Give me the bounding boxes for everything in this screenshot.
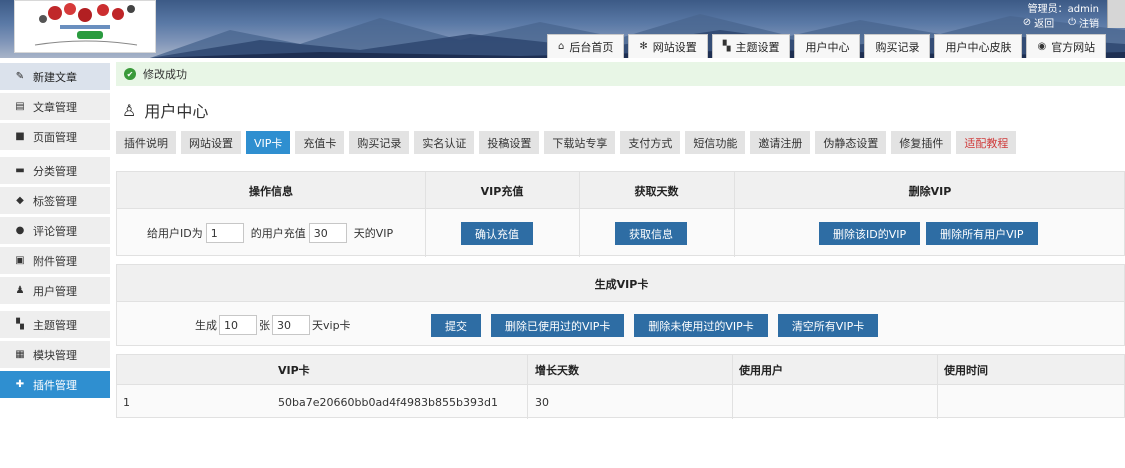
sidebar-item-plugins[interactable]: ✚ 插件管理 — [0, 371, 110, 398]
header-get-days: 获取天数 — [634, 184, 679, 198]
main-content: ✔ 修改成功 ♙ 用户中心 插件说明 网站设置 VIP卡 充值卡 购买记录 实名… — [116, 58, 1125, 468]
sidebar-item-new-post[interactable]: ✎ 新建文章 — [0, 63, 110, 90]
tab-recharge-card[interactable]: 充值卡 — [295, 131, 345, 154]
header-banner: 管理员：admin ⊘ 返回 ⏻ 注销 ⌂ 后台首页 ✻ 网站设置 ▚ 主题设置 用户中心… — [0, 0, 1125, 58]
back-icon: ⊘ — [1022, 17, 1032, 28]
power-icon: ⏻ — [1068, 17, 1076, 28]
nav-user-center[interactable]: 用户中心 — [794, 34, 861, 58]
fetch-info-button[interactable]: 获取信息 — [615, 222, 687, 245]
sidebar-item-categories[interactable]: ▬ 分类管理 — [0, 157, 110, 184]
nav-purchase-records[interactable]: 购买记录 — [864, 34, 931, 58]
tab-adapt-tutorial[interactable]: 适配教程 — [956, 131, 1017, 154]
column-vip-card: VIP卡 — [278, 364, 310, 377]
sidebar: ✎ 新建文章 ▤ 文章管理 ■ 页面管理 ▬ 分类管理 ◆ 标签管理 ● 评论管理 ▣ 附件管… — [0, 58, 110, 468]
tab-rewrite-settings[interactable]: 伪静态设置 — [815, 131, 887, 154]
sidebar-item-users[interactable]: ♟ 用户管理 — [0, 277, 110, 304]
nav-official-site[interactable]: ◉ 官方网站 — [1026, 34, 1107, 58]
check-icon: ✔ — [124, 68, 136, 80]
tab-repair-plugin[interactable]: 修复插件 — [891, 131, 952, 154]
page-title: ♙ 用户中心 — [122, 100, 209, 122]
globe-icon: ◉ — [1037, 41, 1047, 52]
sidebar-item-posts[interactable]: ▤ 文章管理 — [0, 93, 110, 120]
vip-card-table: VIP卡 增长天数 使用用户 使用时间 1 50ba7e20660bb0ad4f… — [116, 354, 1125, 419]
users-icon: ♟ — [15, 285, 25, 296]
theme-icon: ▚ — [16, 319, 24, 330]
header-vip-recharge: VIP充值 — [480, 184, 524, 198]
avatar[interactable] — [1107, 0, 1125, 28]
tab-vip-card[interactable]: VIP卡 — [246, 131, 291, 154]
nav-user-center-skin[interactable]: 用户中心皮肤 — [934, 34, 1023, 58]
tag-icon: ◆ — [16, 195, 24, 206]
vip-days-input[interactable] — [308, 223, 347, 243]
document-icon: ▤ — [15, 101, 25, 112]
header-operation-info: 操作信息 — [249, 184, 293, 198]
admin-username: 管理员：admin — [1027, 4, 1099, 15]
home-icon: ⌂ — [558, 41, 565, 52]
tab-invite-register[interactable]: 邀请注册 — [750, 131, 811, 154]
tab-sms[interactable]: 短信功能 — [685, 131, 746, 154]
sidebar-item-themes[interactable]: ▚ 主题管理 — [0, 311, 110, 338]
nav-theme-settings[interactable]: ▚ 主题设置 — [711, 34, 791, 58]
comment-icon: ● — [15, 225, 25, 236]
plugin-icon: ✚ — [15, 379, 25, 390]
gear-icon: ✻ — [639, 41, 648, 52]
column-user: 使用用户 — [739, 364, 783, 377]
submit-button[interactable]: 提交 — [431, 314, 481, 337]
tab-download-exclusive[interactable]: 下载站专享 — [544, 131, 616, 154]
tab-real-name[interactable]: 实名认证 — [414, 131, 475, 154]
vip-recharge-panel: 操作信息 VIP充值 获取天数 删除VIP 给用户ID为 的用户充值 天的VIP… — [116, 171, 1125, 257]
generator-title: 生成VIP卡 — [594, 277, 649, 291]
recharge-form: 给用户ID为 的用户充值 天的VIP — [147, 222, 393, 244]
column-time: 使用时间 — [944, 364, 988, 377]
tab-submission-settings[interactable]: 投稿设置 — [479, 131, 540, 154]
confirm-recharge-button[interactable]: 确认充值 — [461, 222, 533, 245]
card-days-input[interactable] — [272, 315, 310, 335]
nav-site-settings[interactable]: ✻ 网站设置 — [628, 34, 708, 58]
success-alert: ✔ 修改成功 — [116, 62, 1125, 86]
column-days: 增长天数 — [535, 364, 579, 377]
sidebar-item-attachments[interactable]: ▣ 附件管理 — [0, 247, 110, 274]
sidebar-item-modules[interactable]: ▦ 模块管理 — [0, 341, 110, 368]
sidebar-item-tags[interactable]: ◆ 标签管理 — [0, 187, 110, 214]
back-link[interactable]: ⊘ 返回 — [1023, 15, 1054, 30]
card-count-input[interactable] — [219, 315, 257, 335]
sidebar-item-comments[interactable]: ● 评论管理 — [0, 217, 110, 244]
module-icon: ▦ — [15, 349, 25, 360]
user-id-input[interactable] — [205, 223, 244, 243]
delete-used-cards-button[interactable]: 删除已使用过的VIP卡 — [491, 314, 625, 337]
user-icon: ♙ — [122, 100, 137, 120]
tab-plugin-info[interactable]: 插件说明 — [116, 131, 176, 154]
page-icon: ■ — [15, 131, 25, 142]
grid-icon: ▚ — [722, 41, 731, 52]
row-card-code: 50ba7e20660bb0ad4f4983b855b393d1 — [278, 395, 498, 409]
delete-all-vip-button[interactable]: 删除所有用户VIP — [926, 222, 1038, 245]
plugin-tabs: 插件说明 网站设置 VIP卡 充值卡 购买记录 实名认证 投稿设置 下载站专享 … — [116, 131, 1017, 154]
header-delete-vip: 删除VIP — [908, 184, 952, 198]
tab-site-settings[interactable]: 网站设置 — [181, 131, 241, 154]
clear-all-cards-button[interactable]: 清空所有VIP卡 — [777, 314, 879, 337]
sidebar-item-pages[interactable]: ■ 页面管理 — [0, 123, 110, 150]
vip-card-generator: 生成VIP卡 生成 张 天vip卡 提交 删除已使用过的VIP卡 删除未使用过的… — [116, 264, 1125, 346]
generator-form: 生成 张 天vip卡 — [195, 314, 351, 336]
nav-home[interactable]: ⌂ 后台首页 — [547, 34, 625, 58]
attachment-icon: ▣ — [15, 255, 25, 266]
delete-id-vip-button[interactable]: 删除该ID的VIP — [819, 222, 921, 245]
top-nav: ⌂ 后台首页 ✻ 网站设置 ▚ 主题设置 用户中心 购买记录 用户中心皮肤 ◉ 官方网站 — [547, 34, 1107, 58]
row-days: 30 — [535, 395, 549, 409]
tab-payment-methods[interactable]: 支付方式 — [620, 131, 681, 154]
site-logo[interactable] — [14, 0, 156, 53]
tab-purchase-records[interactable]: 购买记录 — [349, 131, 410, 154]
delete-unused-cards-button[interactable]: 删除未使用过的VIP卡 — [634, 314, 768, 337]
row-id: 1 — [123, 395, 130, 409]
edit-icon: ✎ — [15, 71, 25, 82]
logout-link[interactable]: ⏻ 注销 — [1068, 15, 1099, 30]
folder-icon: ▬ — [15, 165, 25, 176]
